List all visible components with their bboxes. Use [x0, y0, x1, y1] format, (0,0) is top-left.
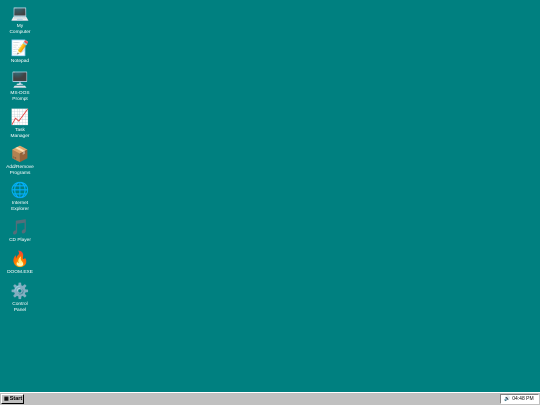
desktop-icon-task-manager[interactable]: 📈 Task Manager: [2, 109, 38, 139]
desktop-icon-label: Control Panel: [12, 302, 28, 313]
task-manager-icon: 📈: [10, 109, 30, 126]
clock[interactable]: 04:48 PM: [512, 396, 533, 402]
desktop-icon-label: Add/Remove Programs: [6, 165, 34, 176]
taskbar: ▦Start 🔊 04:48 PM: [0, 392, 540, 405]
ms-dos-prompt-icon: 🖥️: [10, 72, 30, 89]
volume-icon[interactable]: 🔊: [504, 396, 510, 402]
globe-icon: 🌐: [10, 182, 30, 199]
desktop-icon-control-panel[interactable]: ⚙️ Control Panel: [2, 283, 38, 313]
desktop-icon-label: MS-DOS Prompt: [10, 91, 30, 102]
music-note-icon: 🎵: [10, 219, 30, 236]
fire-icon: 🔥: [10, 251, 30, 268]
package-icon: 📦: [10, 146, 30, 163]
desktop-icon-internet-explorer[interactable]: 🌐 Internet Explorer: [2, 182, 38, 212]
desktop-icon-my-computer[interactable]: 💻 My Computer: [2, 5, 38, 35]
desktop-icon-label: CD Player: [9, 238, 31, 243]
desktop-icon-label: Notepad: [10, 59, 30, 64]
system-tray: 🔊 04:48 PM: [500, 394, 539, 404]
desktop-icon-cd-player[interactable]: 🎵 CD Player: [2, 219, 38, 244]
windows-logo-icon: ▦: [4, 396, 9, 402]
desktop-icon-label: Task Manager: [10, 128, 30, 139]
notepad-icon: 📝: [10, 40, 30, 57]
desktop-icon-add-remove-programs[interactable]: 📦 Add/Remove Programs: [2, 146, 38, 176]
start-label: Start: [9, 396, 23, 402]
start-button[interactable]: ▦Start: [1, 394, 24, 404]
desktop-icon-doom-exe[interactable]: 🔥 DOOM.EXE: [2, 251, 38, 276]
my-computer-icon: 💻: [10, 5, 30, 22]
desktop-icon-notepad[interactable]: 📝 Notepad: [2, 40, 38, 65]
gear-icon: ⚙️: [10, 283, 30, 300]
desktop[interactable]: 💻 My Computer 📝 Notepad 🖥️ MS-DOS Prompt…: [0, 0, 540, 392]
desktop-icon-label: DOOM.EXE: [7, 270, 33, 275]
desktop-icon-ms-dos-prompt[interactable]: 🖥️ MS-DOS Prompt: [2, 72, 38, 102]
desktop-icon-label: My Computer: [9, 24, 31, 35]
desktop-icon-label: Internet Explorer: [11, 201, 29, 212]
